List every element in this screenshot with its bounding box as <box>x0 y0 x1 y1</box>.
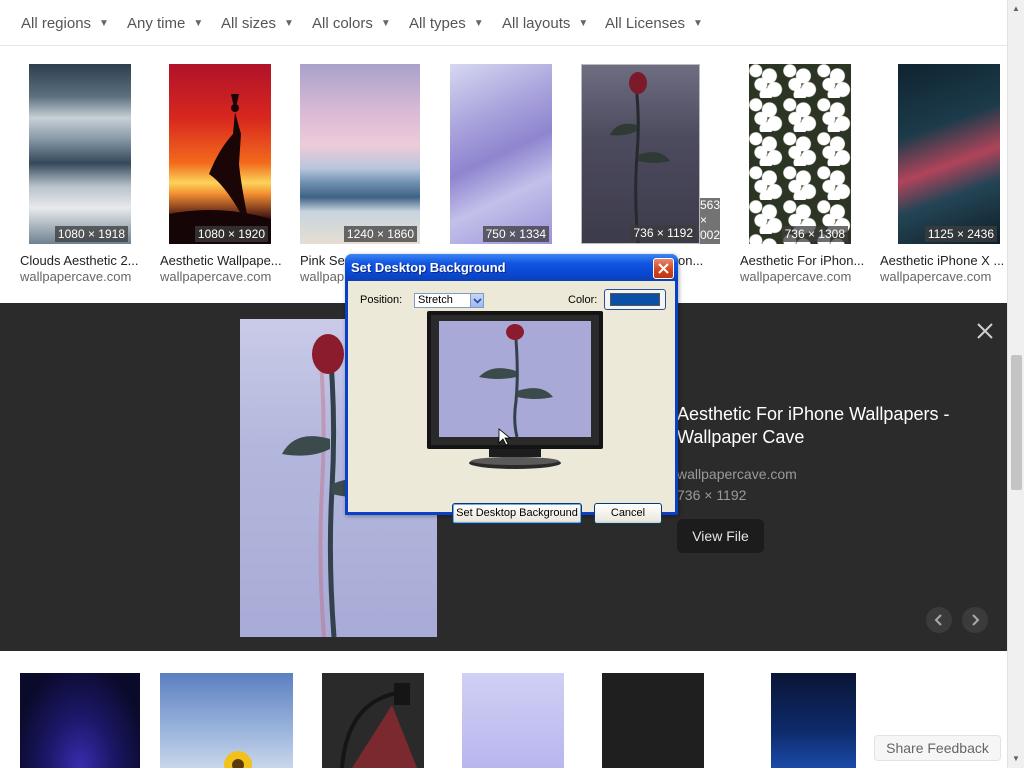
caret-down-icon: ▼ <box>193 18 204 29</box>
filter-label: All types <box>409 15 466 32</box>
set-desktop-background-dialog: Set Desktop Background Position: Stretch… <box>345 254 678 524</box>
image-dimensions: 1080 × 1920 <box>194 226 268 242</box>
close-icon[interactable] <box>975 321 995 341</box>
result-thumbnail-clouds[interactable]: 1080 × 1918 <box>29 64 131 244</box>
caret-down-icon: ▼ <box>578 18 589 29</box>
caret-down-icon: ▼ <box>473 18 484 29</box>
dialog-body: Position: Stretch Color: Set Desktop Bac… <box>348 281 675 524</box>
result-title[interactable]: Pink Se <box>300 253 350 268</box>
filter-label: All colors <box>312 15 373 32</box>
result-title[interactable]: Aesthetic iPhone X ... <box>880 253 1005 268</box>
caret-down-icon: ▼ <box>284 18 294 29</box>
image-dimensions: 1125 × 2436 <box>924 226 997 242</box>
filter-bar: All regions ▼ Any time ▼ All sizes ▼ All co… <box>0 0 1007 46</box>
scrollbar-thumb[interactable] <box>1011 355 1022 490</box>
result-thumbnail-sunset[interactable]: 1080 × 1920 <box>169 64 271 244</box>
result-thumbnail-purple[interactable]: 750 × 1334 <box>450 64 552 244</box>
result-thumbnail-pink-sea[interactable]: 1240 × 1860 <box>300 64 420 244</box>
position-label: Position: <box>360 294 403 306</box>
filter-label: All Licenses <box>605 15 686 32</box>
image-dimensions: 736 × 1192 <box>630 225 696 241</box>
scroll-up-icon[interactable]: ▲ <box>1012 4 1020 13</box>
result-thumbnail-city-night[interactable] <box>771 673 856 768</box>
color-label: Color: <box>568 294 598 306</box>
filter-layouts[interactable]: All layouts ▼ <box>502 15 588 32</box>
caret-down-icon: ▼ <box>380 18 391 29</box>
filter-licenses[interactable]: All Licenses ▼ <box>605 15 703 32</box>
filter-time[interactable]: Any time ▼ <box>127 15 203 32</box>
result-thumbnail-dark-flowers[interactable] <box>602 673 704 768</box>
rose-graphic <box>610 72 670 243</box>
sunflower-graphic <box>224 751 252 768</box>
dialog-title: Set Desktop Background <box>351 260 506 275</box>
filter-label: All regions <box>21 15 92 32</box>
cancel-button[interactable]: Cancel <box>594 503 662 524</box>
result-title[interactable]: Aesthetic For iPhon... <box>740 253 865 268</box>
position-value: Stretch <box>418 294 453 306</box>
result-source[interactable]: wallpap <box>300 269 344 284</box>
color-swatch <box>610 293 660 306</box>
filter-types[interactable]: All types ▼ <box>409 15 484 32</box>
color-picker-button[interactable] <box>604 289 666 310</box>
result-thumbnail-sunflower[interactable] <box>160 673 293 768</box>
result-thumbnail-daisies[interactable]: 736 × 1308 <box>749 64 851 244</box>
filter-sizes[interactable]: All sizes ▼ <box>221 15 294 32</box>
result-source[interactable]: wallpapercave.com <box>740 269 851 284</box>
scroll-down-icon[interactable]: ▼ <box>1012 754 1020 763</box>
preview-source[interactable]: wallpapercave.com <box>677 466 797 482</box>
filter-colors[interactable]: All colors ▼ <box>312 15 391 32</box>
filter-label: All sizes <box>221 15 277 32</box>
streetlight-graphic <box>340 683 417 768</box>
filter-label: All layouts <box>502 15 571 32</box>
previous-image-button[interactable] <box>926 607 952 633</box>
result-thumbnail-lavender[interactable] <box>462 673 564 768</box>
result-thumbnail-leaves[interactable]: 1125 × 2436 <box>898 64 1000 244</box>
result-source[interactable]: wallpapercave.com <box>160 269 271 284</box>
preview-dimensions: 736 × 1192 <box>677 487 747 503</box>
filter-label: Any time <box>127 15 186 32</box>
result-title[interactable]: Aesthetic Wallpape... <box>160 253 285 268</box>
image-dimensions-partial: 563 × 002 <box>700 198 720 244</box>
dim-line: 002 <box>700 228 721 242</box>
dim-line: 563 <box>700 198 721 212</box>
image-dimensions: 750 × 1334 <box>482 226 549 242</box>
caret-down-icon: ▼ <box>693 18 703 29</box>
image-dimensions: 1080 × 1918 <box>54 226 128 242</box>
image-dimensions: 1240 × 1860 <box>343 226 417 242</box>
result-source[interactable]: wallpapercave.com <box>880 269 991 284</box>
image-dimensions: 736 × 1308 <box>781 226 848 242</box>
position-select[interactable]: Stretch <box>414 293 484 308</box>
chevron-right-icon <box>972 614 980 626</box>
result-source[interactable]: wallpapercave.com <box>20 269 131 284</box>
result-title[interactable]: on... <box>678 253 708 268</box>
page-scrollbar[interactable]: ▲ ▼ <box>1007 0 1024 768</box>
dancer-silhouette <box>169 94 271 244</box>
dialog-close-button[interactable] <box>653 258 674 279</box>
set-desktop-background-button[interactable]: Set Desktop Background <box>452 503 582 524</box>
caret-down-icon: ▼ <box>99 18 109 29</box>
close-icon <box>658 263 669 274</box>
next-image-button[interactable] <box>962 607 988 633</box>
dropdown-arrow-icon[interactable] <box>470 294 483 307</box>
chevron-down-icon <box>473 298 482 304</box>
result-thumbnail-neon-plant[interactable] <box>20 673 140 768</box>
chevron-left-icon <box>934 614 942 626</box>
view-file-button[interactable]: View File <box>677 519 764 553</box>
result-thumbnail-rose[interactable]: 736 × 1192 <box>581 64 700 244</box>
preview-title: Aesthetic For iPhone Wallpapers - Wallpa… <box>677 404 950 447</box>
dialog-titlebar[interactable]: Set Desktop Background <box>345 254 678 281</box>
result-thumbnail-streetlight[interactable] <box>322 673 424 768</box>
dim-line: × <box>700 213 708 227</box>
result-title[interactable]: Clouds Aesthetic 2... <box>20 253 145 268</box>
share-feedback-button[interactable]: Share Feedback <box>874 735 1001 761</box>
filter-regions[interactable]: All regions ▼ <box>21 15 109 32</box>
monitor-preview <box>427 311 603 469</box>
